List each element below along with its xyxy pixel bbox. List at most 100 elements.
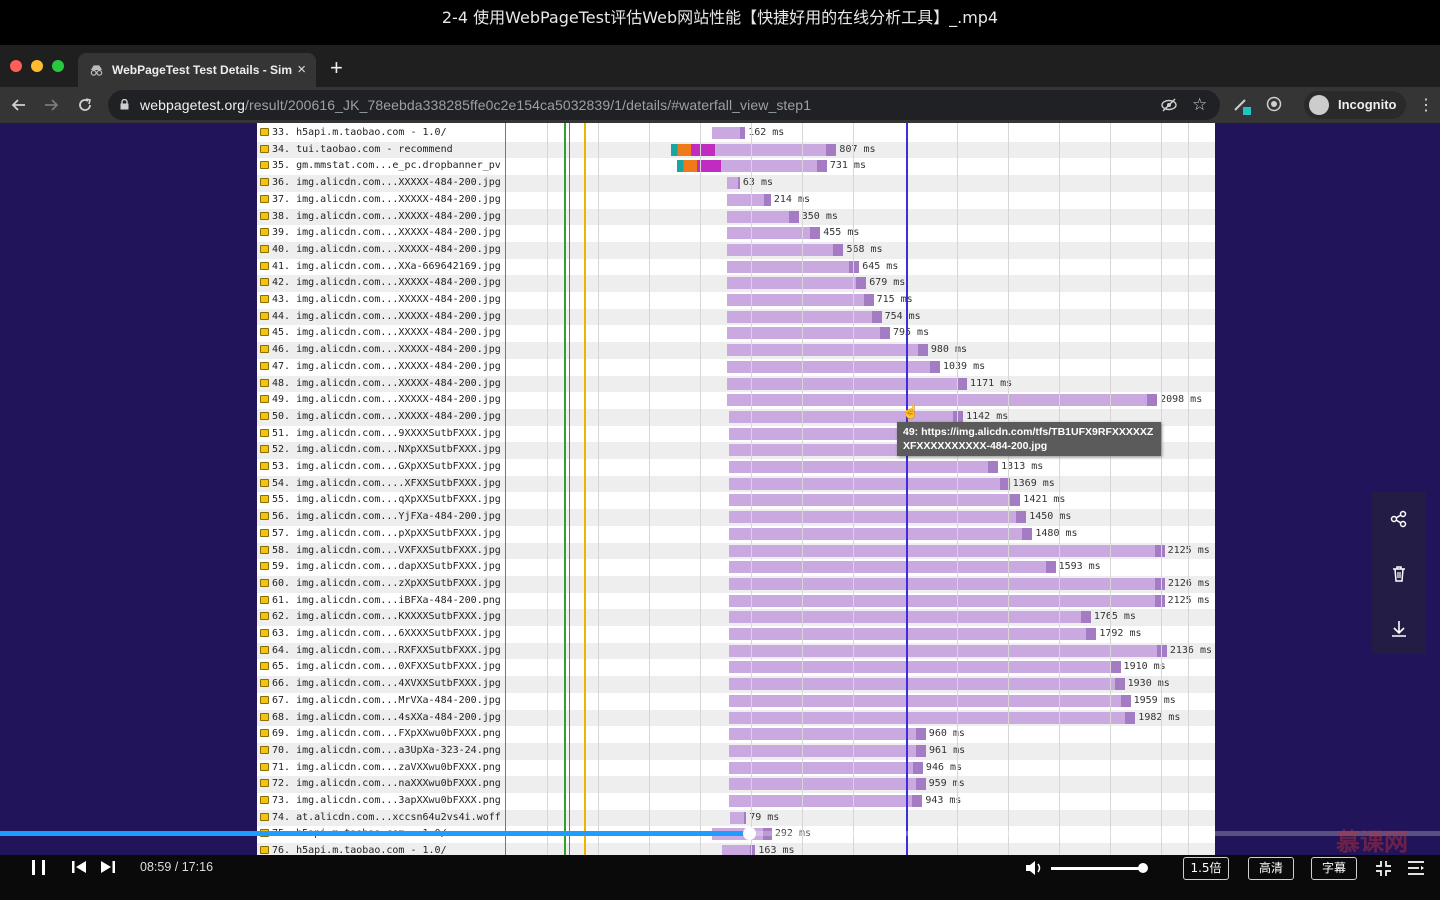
video-progress-handle[interactable]	[742, 827, 756, 840]
request-duration: 795 ms	[892, 327, 930, 339]
record-extension-icon[interactable]	[1266, 96, 1282, 112]
request-bar[interactable]	[729, 694, 1131, 707]
request-bar[interactable]	[727, 294, 874, 306]
incognito-profile-button[interactable]: Incognito	[1304, 91, 1406, 119]
volume-icon[interactable]	[1024, 859, 1046, 877]
pause-icon[interactable]	[30, 859, 48, 876]
request-bar-download	[912, 761, 923, 774]
request-duration: 961 ms	[929, 744, 966, 756]
request-bar-download	[1080, 611, 1091, 624]
lock-icon[interactable]	[120, 99, 129, 110]
forward-arrow-icon[interactable]	[43, 97, 59, 113]
playback-speed-button[interactable]: 1.5倍	[1183, 857, 1229, 880]
timeline-gridline	[700, 123, 701, 855]
request-bar[interactable]	[727, 360, 940, 373]
volume-slider[interactable]	[1051, 867, 1143, 870]
video-progress-fill	[0, 831, 749, 836]
request-bar[interactable]	[727, 377, 968, 390]
request-bar[interactable]	[729, 594, 1165, 607]
new-tab-button[interactable]: +	[330, 55, 343, 81]
share-icon[interactable]	[1388, 508, 1410, 530]
request-bar-download	[1154, 577, 1165, 590]
request-bar-download	[957, 377, 968, 390]
request-bar[interactable]	[729, 628, 1097, 640]
tab-close-icon[interactable]: ×	[297, 53, 306, 87]
request-tooltip: 49: https://img.alicdn.com/tfs/TB1UFX9RF…	[897, 422, 1161, 456]
video-frame: 33. h5api.m.taobao.com - 1.0/162 ms 34. t…	[0, 123, 1440, 855]
request-bar[interactable]	[729, 711, 1136, 724]
timeline-gridline	[957, 123, 958, 855]
request-duration: 645 ms	[862, 260, 899, 272]
request-bar-download	[912, 795, 923, 807]
request-duration: 731 ms	[829, 160, 866, 172]
eye-slash-icon[interactable]	[1161, 98, 1177, 112]
quality-button[interactable]: 高清	[1248, 857, 1294, 880]
request-bar-download	[1010, 494, 1021, 507]
browser-tab[interactable]: WebPageTest Test Details - Sim ×	[78, 53, 316, 87]
more-menu-icon[interactable]: ⋮	[1418, 95, 1434, 115]
next-icon[interactable]	[100, 860, 116, 874]
request-bar-download	[915, 728, 926, 741]
request-bar[interactable]	[727, 344, 928, 357]
subtitles-button[interactable]: 字幕	[1311, 857, 1357, 880]
request-bar[interactable]	[729, 577, 1165, 590]
timeline-gridline	[1110, 123, 1111, 855]
screen: 2-4 使用WebPageTest评估Web网站性能【快捷好用的在线分析工具】_…	[0, 0, 1440, 900]
browser-chrome: WebPageTest Test Details - Sim × + webpa…	[0, 45, 1440, 123]
minimize-window-button[interactable]	[31, 60, 43, 72]
request-bar[interactable]	[729, 494, 1021, 507]
back-arrow-icon[interactable]	[11, 97, 27, 113]
request-bar[interactable]	[729, 661, 1121, 674]
delete-icon[interactable]	[1388, 563, 1410, 585]
address-bar[interactable]: webpagetest.org/result/200616_JK_78eebda…	[108, 90, 1220, 120]
reload-icon[interactable]	[77, 97, 93, 113]
request-bar-download	[915, 778, 926, 791]
close-window-button[interactable]	[10, 60, 22, 72]
request-bar[interactable]	[727, 394, 1158, 407]
volume-slider-handle[interactable]	[1138, 863, 1148, 873]
request-duration: 162 ms	[748, 127, 785, 138]
request-bar[interactable]	[727, 243, 844, 256]
request-bar[interactable]	[727, 277, 867, 290]
request-duration: 960 ms	[928, 728, 965, 740]
playlist-icon[interactable]	[1407, 860, 1425, 876]
request-bar-download	[916, 744, 926, 757]
download-icon[interactable]	[1388, 618, 1410, 640]
request-bar[interactable]	[729, 728, 926, 741]
request-duration: 679 ms	[869, 277, 906, 289]
request-bar[interactable]	[729, 761, 923, 774]
request-bar-download	[833, 243, 844, 256]
request-bar[interactable]	[729, 611, 1091, 624]
request-bar[interactable]	[729, 795, 923, 807]
exit-fullscreen-icon[interactable]	[1375, 860, 1392, 877]
star-icon[interactable]: ☆	[1192, 95, 1207, 115]
request-bar-download	[856, 277, 867, 290]
request-duration: 163 ms	[758, 845, 795, 855]
request-bar[interactable]	[729, 678, 1125, 691]
request-bar-download	[1086, 628, 1097, 640]
request-bar[interactable]	[729, 561, 1056, 574]
request-duration: 350 ms	[801, 210, 838, 222]
maximize-window-button[interactable]	[52, 60, 64, 72]
video-progress-bar[interactable]	[0, 827, 1440, 840]
request-bar-download	[1147, 394, 1158, 407]
request-bar[interactable]	[729, 527, 1033, 540]
request-bar[interactable]	[729, 544, 1165, 557]
request-bar[interactable]	[729, 511, 1027, 524]
request-bar-download	[988, 461, 999, 473]
video-side-panel	[1372, 492, 1426, 654]
request-bar[interactable]	[727, 260, 860, 273]
request-bar[interactable]	[729, 477, 1010, 490]
url-path: /result/200616_JK_78eebda338285ffe0c2e15…	[245, 97, 812, 113]
request-bar[interactable]	[729, 778, 926, 791]
request-bar-download	[1154, 594, 1165, 607]
request-bar[interactable]	[727, 227, 821, 240]
waterfall-page: 33. h5api.m.taobao.com - 1.0/162 ms 34. t…	[257, 123, 1215, 855]
request-duration: 1171 ms	[970, 377, 1013, 389]
extension-icon[interactable]	[1233, 96, 1255, 116]
tab-strip: WebPageTest Test Details - Sim × +	[0, 45, 1440, 87]
request-bar-download	[879, 327, 890, 340]
previous-icon[interactable]	[71, 860, 87, 874]
request-bar[interactable]	[729, 644, 1167, 657]
request-bar[interactable]	[729, 744, 926, 757]
